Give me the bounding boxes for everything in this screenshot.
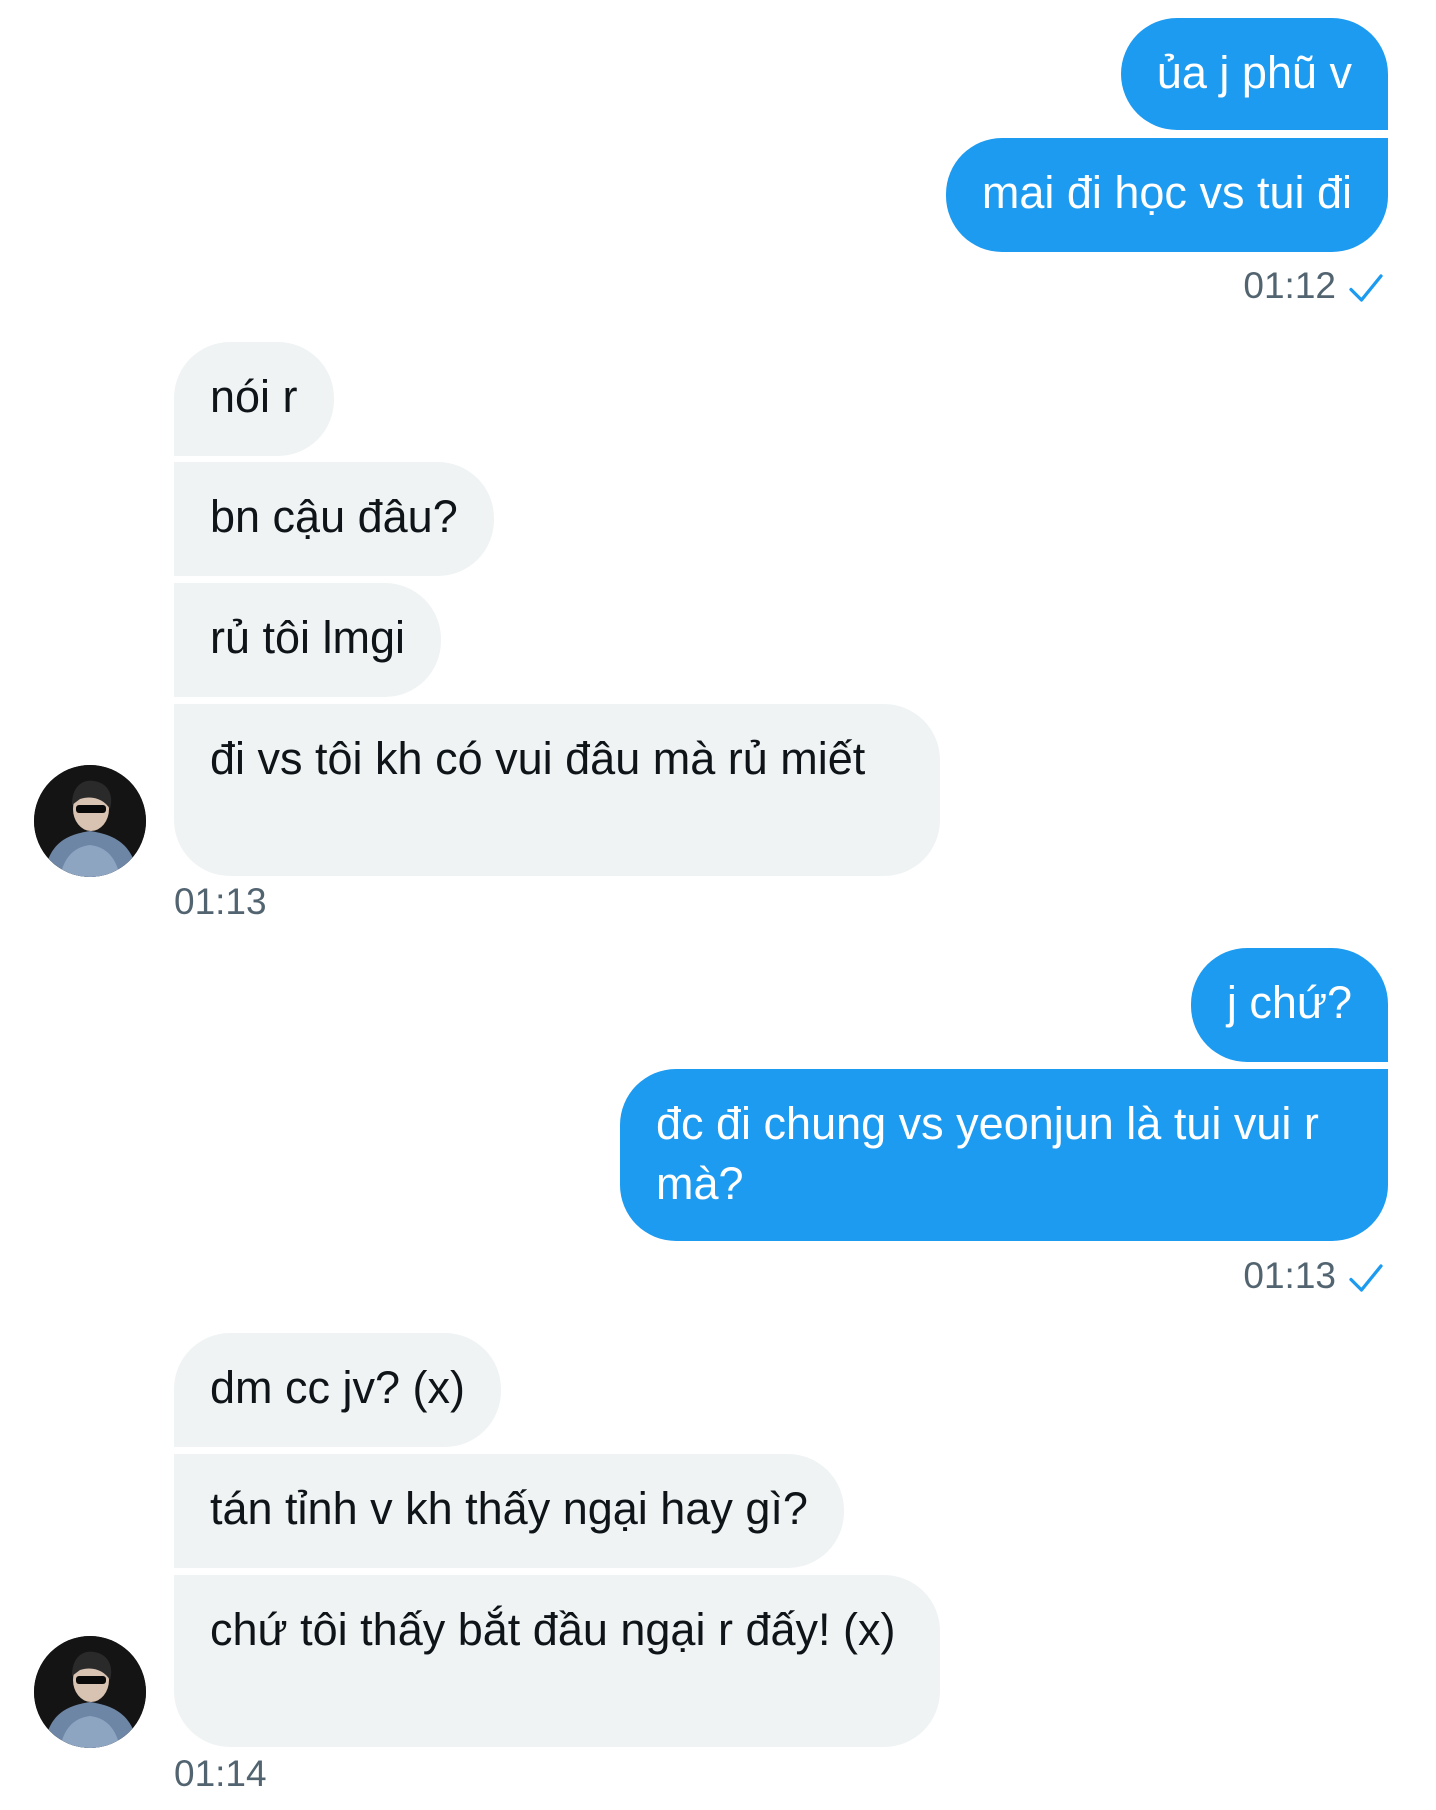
message-bubble-incoming[interactable]: chứ tôi thấy bắt đầu ngại r đấy! (x) bbox=[174, 1575, 940, 1747]
message-bubble-outgoing[interactable]: mai đi học vs tui đi bbox=[945, 138, 1388, 252]
message-timestamp: 01:13 bbox=[174, 881, 267, 922]
message-timestamp: 01:14 bbox=[174, 1753, 267, 1794]
message-bubble-incoming[interactable]: nói r bbox=[174, 342, 334, 456]
message-bubble-incoming[interactable]: dm cc jv? (x) bbox=[174, 1333, 502, 1447]
message-timestamp: 01:12 bbox=[1243, 265, 1336, 306]
check-icon bbox=[1349, 1264, 1383, 1292]
message-bubble-incoming[interactable]: bn cậu đâu? bbox=[174, 462, 494, 576]
contact-avatar[interactable] bbox=[34, 1636, 146, 1748]
check-icon bbox=[1349, 274, 1383, 302]
avatar-image bbox=[34, 765, 146, 877]
contact-avatar[interactable] bbox=[34, 765, 146, 877]
message-bubble-incoming[interactable]: tán tỉnh v kh thấy ngại hay gì? bbox=[174, 1454, 844, 1568]
message-bubble-incoming[interactable]: rủ tôi lmgi bbox=[174, 583, 442, 697]
message-bubble-outgoing[interactable]: đc đi chung vs yeonjun là tui vui r mà? bbox=[620, 1069, 1388, 1241]
message-bubble-incoming[interactable]: đi vs tôi kh có vui đâu mà rủ miết bbox=[174, 704, 940, 876]
message-bubble-outgoing[interactable]: j chứ? bbox=[1190, 948, 1388, 1062]
message-timestamp: 01:13 bbox=[1243, 1255, 1336, 1296]
avatar-image bbox=[34, 1636, 146, 1748]
message-bubble-outgoing[interactable]: ủa j phũ v bbox=[1120, 18, 1388, 130]
